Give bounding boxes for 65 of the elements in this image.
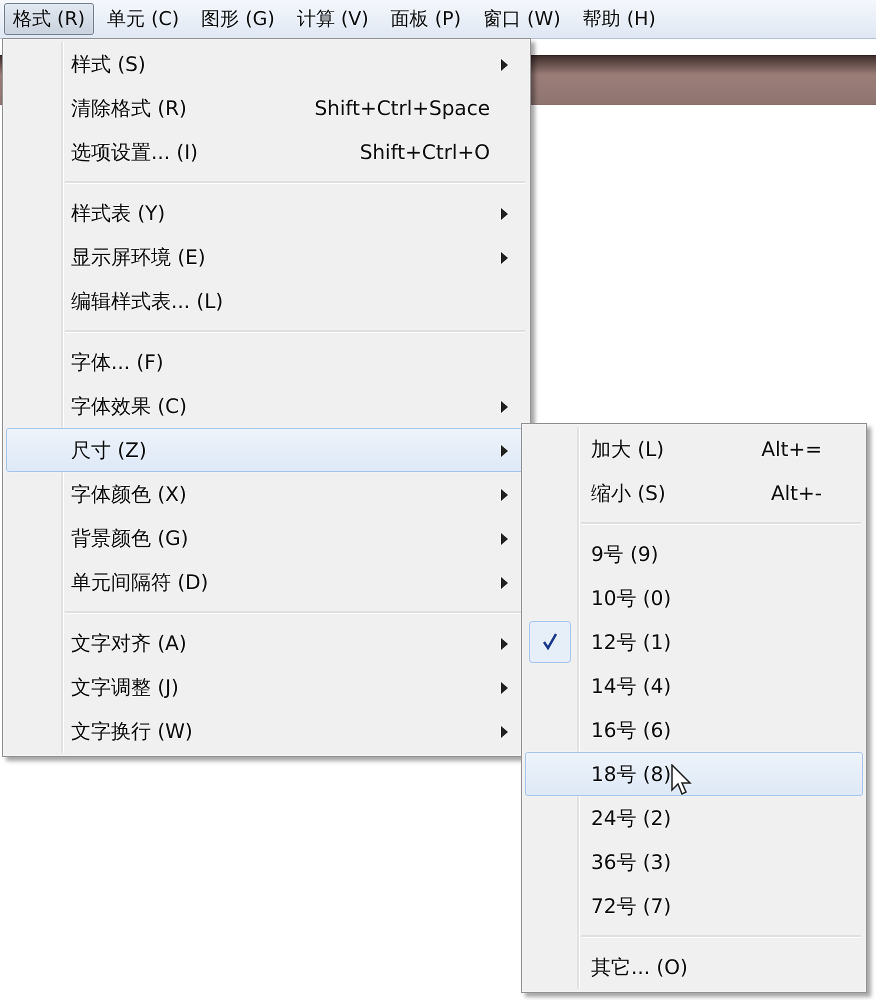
- shortcut-label: Alt+-: [770, 481, 822, 505]
- menu-item[interactable]: 显示屏环境 (E): [6, 235, 527, 279]
- menu-item-label: 样式 (S): [71, 50, 146, 78]
- menu-item-label: 显示屏环境 (E): [71, 244, 206, 270]
- menu-item[interactable]: 72号 (7): [525, 884, 863, 928]
- menu-bar-item[interactable]: 单元 (C): [98, 3, 188, 35]
- menu-bar-item[interactable]: 图形 (G): [192, 3, 284, 35]
- shortcut-label: Shift+Ctrl+O: [360, 140, 490, 164]
- menu-item[interactable]: 样式 (S): [6, 42, 527, 86]
- menu-item-label: 其它... (O): [591, 954, 688, 980]
- menu-bar-item[interactable]: 帮助 (H): [574, 3, 665, 35]
- menu-item[interactable]: 加大 (L) Alt+=: [525, 427, 863, 471]
- menu-item[interactable]: 文字对齐 (A): [6, 621, 527, 665]
- menu-item[interactable]: 10号 (0): [525, 576, 863, 620]
- menu-item-label: 文字换行 (W): [71, 718, 193, 744]
- menu-item[interactable]: 9号 (9): [525, 532, 863, 576]
- menu-item-label: 字体效果 (C): [71, 392, 187, 420]
- menu-item-label: 加大 (L): [591, 436, 664, 462]
- menu-item-label: 9号 (9): [591, 540, 658, 568]
- menu-item-label: 选项设置... (I): [71, 138, 198, 166]
- menu-bar-item[interactable]: 计算 (V): [288, 3, 378, 35]
- menu-item[interactable]: 12号 (1): [525, 620, 863, 664]
- menu-item[interactable]: 字体效果 (C): [6, 384, 527, 428]
- menu-item-label: 24号 (2): [591, 804, 672, 832]
- menu-bar-item[interactable]: 面板 (P): [382, 3, 470, 35]
- shortcut-label: Alt+=: [761, 437, 822, 461]
- menu-item[interactable]: 选项设置... (I) Shift+Ctrl+O: [6, 130, 527, 174]
- menu-item-label: 10号 (0): [591, 584, 672, 612]
- menu-item-label: 清除格式 (R): [71, 94, 187, 122]
- menu-item-label: 字体颜色 (X): [71, 480, 187, 508]
- menu-item-label: 14号 (4): [591, 672, 672, 700]
- menu-item-label: 16号 (6): [591, 716, 672, 744]
- menu-item[interactable]: 36号 (3): [525, 840, 863, 884]
- menu-item[interactable]: 其它... (O): [525, 945, 863, 989]
- menu-item[interactable]: 编辑样式表... (L): [6, 279, 527, 323]
- menu-item[interactable]: 缩小 (S) Alt+-: [525, 471, 863, 515]
- menu-item-label: 36号 (3): [591, 848, 672, 876]
- menu-item-label: 背景颜色 (G): [71, 524, 188, 552]
- menu-item-label: 文字对齐 (A): [71, 630, 187, 656]
- menu-item[interactable]: 18号 (8): [525, 752, 863, 796]
- menu-item-label: 单元间隔符 (D): [71, 568, 208, 596]
- menu-item[interactable]: 文字换行 (W): [6, 709, 527, 753]
- menu-item-label: 72号 (7): [591, 892, 672, 920]
- menu-item-label: 18号 (8): [591, 760, 672, 788]
- menu-item[interactable]: 字体... (F): [6, 340, 527, 384]
- menu-bar-item[interactable]: 窗口 (W): [474, 3, 570, 35]
- menu-item-label: 尺寸 (Z): [71, 436, 147, 464]
- menu-item[interactable]: 样式表 (Y): [6, 191, 527, 235]
- menu-item[interactable]: 24号 (2): [525, 796, 863, 840]
- menu-item[interactable]: 字体颜色 (X): [6, 472, 527, 516]
- mouse-pointer-icon: [671, 764, 693, 798]
- menu-item[interactable]: 单元间隔符 (D): [6, 560, 527, 604]
- menu-item-label: 12号 (1): [591, 628, 672, 656]
- menu-item-label: 样式表 (Y): [71, 200, 166, 226]
- menu-item[interactable]: 16号 (6): [525, 708, 863, 752]
- menu-item-label: 字体... (F): [71, 348, 164, 376]
- shortcut-label: Shift+Ctrl+Space: [314, 96, 490, 120]
- menu-item[interactable]: 清除格式 (R) Shift+Ctrl+Space: [6, 86, 527, 130]
- menu-item-label: 缩小 (S): [591, 480, 666, 506]
- menu-item-label: 文字调整 (J): [71, 674, 179, 700]
- menu-bar-item[interactable]: 格式 (R): [4, 3, 94, 35]
- menu-item[interactable]: 背景颜色 (G): [6, 516, 527, 560]
- menu-item[interactable]: 文字调整 (J): [6, 665, 527, 709]
- menu-item-label: 编辑样式表... (L): [71, 288, 224, 314]
- menu-item[interactable]: 14号 (4): [525, 664, 863, 708]
